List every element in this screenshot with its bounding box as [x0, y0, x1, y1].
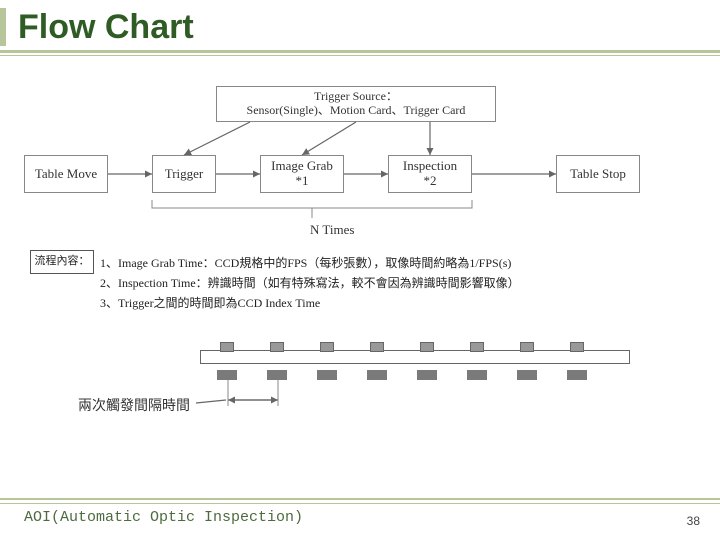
trigger-source-line2: Sensor(Single)、Motion Card、Trigger Card	[247, 104, 466, 118]
track-blob	[217, 370, 237, 380]
image-grab-line1: Image Grab	[271, 159, 333, 174]
box-trigger: Trigger	[152, 155, 216, 193]
image-grab-line2: *1	[271, 174, 333, 189]
line-src-to-trigger	[184, 122, 250, 155]
track-blob	[417, 370, 437, 380]
note-1: 1、Image Grab Time：CCD規格中的FPS（每秒張數），取像時間約…	[100, 254, 690, 272]
track-blob	[267, 370, 287, 380]
title-accent	[0, 8, 6, 46]
trigger-source-line1: Trigger Source：	[314, 90, 398, 104]
interval-leader	[196, 400, 226, 403]
inspection-line1: Inspection	[403, 159, 457, 174]
n-times-label: N Times	[310, 222, 354, 238]
note-2: 2、Inspection Time：辨識時間（如有特殊寫法，較不會因為辨識時間影…	[100, 274, 690, 292]
title-rule-thick	[0, 50, 720, 53]
ntimes-brace	[152, 200, 472, 208]
footer-rule-thin	[0, 503, 720, 504]
page-number: 38	[687, 514, 700, 528]
box-image-grab: Image Grab *1	[260, 155, 344, 193]
track-tick	[570, 342, 584, 352]
track-blob	[517, 370, 537, 380]
interval-label: 兩次觸發間隔時間	[78, 395, 190, 415]
inspection-line2: *2	[403, 174, 457, 189]
footer-rule-thick	[0, 498, 720, 500]
track-blob	[317, 370, 337, 380]
box-table-stop: Table Stop	[556, 155, 640, 193]
slide-title: Flow Chart	[18, 8, 194, 47]
notes-list: 1、Image Grab Time：CCD規格中的FPS（每秒張數），取像時間約…	[100, 254, 690, 314]
track-blob	[367, 370, 387, 380]
track-tick	[370, 342, 384, 352]
track-tick	[470, 342, 484, 352]
box-inspection: Inspection *2	[388, 155, 472, 193]
note-3: 3、Trigger之間的時間即為CCD Index Time	[100, 294, 690, 312]
track-tick	[520, 342, 534, 352]
line-src-to-imagegrab	[302, 122, 356, 155]
track-tick	[270, 342, 284, 352]
notes-header-box: 流程內容：	[30, 250, 94, 274]
track-blob	[467, 370, 487, 380]
track-tick	[220, 342, 234, 352]
title-rule-thin	[0, 55, 720, 56]
box-table-move: Table Move	[24, 155, 108, 193]
footer-text: AOI(Automatic Optic Inspection)	[24, 509, 303, 526]
index-track	[200, 350, 630, 364]
track-tick	[420, 342, 434, 352]
track-tick	[320, 342, 334, 352]
trigger-source-box: Trigger Source： Sensor(Single)、Motion Ca…	[216, 86, 496, 122]
track-blob	[567, 370, 587, 380]
